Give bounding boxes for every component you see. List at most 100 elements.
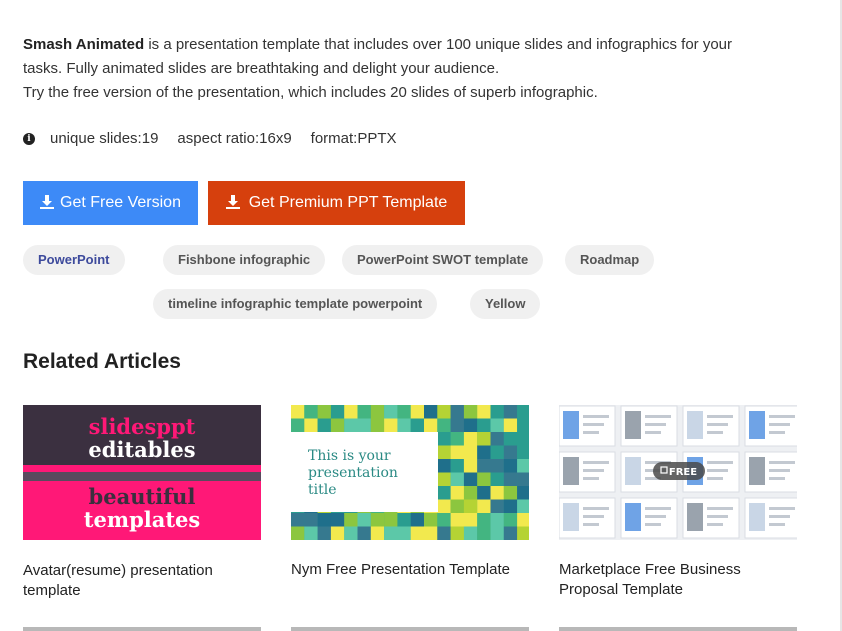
tag-powerpoint[interactable]: PowerPoint xyxy=(23,245,125,275)
mosaic-tile xyxy=(330,418,345,433)
get-free-version-button[interactable]: Get Free Version xyxy=(23,181,198,225)
mosaic-tile xyxy=(477,486,491,500)
slide-text-line xyxy=(707,515,728,518)
slide-image-block xyxy=(563,411,579,439)
mosaic-tile xyxy=(437,486,451,500)
mosaic-tile xyxy=(450,432,464,446)
card-title-line: Proposal Template xyxy=(559,581,683,598)
mosaic-tile xyxy=(477,499,491,514)
mosaic-tile xyxy=(384,405,398,419)
mosaic-tile xyxy=(450,445,464,460)
slide-text-line xyxy=(583,469,604,472)
slide-text-line xyxy=(769,515,790,518)
nym-template-preview: This is your presentation title xyxy=(291,405,529,540)
slide-image-block xyxy=(625,503,641,531)
mosaic-tile xyxy=(517,445,529,460)
slide-text-line xyxy=(645,415,671,418)
mosaic-tile xyxy=(463,499,478,514)
file-format: format:PPTX xyxy=(310,130,397,147)
slide-text-line xyxy=(769,431,785,434)
mosaic-tile xyxy=(384,526,398,540)
mosaic-tile xyxy=(304,526,318,540)
mosaic-tile xyxy=(370,405,385,419)
description-line-1: is a presentation template that includes… xyxy=(144,36,733,53)
related-card-thumbnail-marketplace[interactable]: FREE xyxy=(559,405,797,540)
mosaic-tile xyxy=(291,526,305,540)
related-card-thumbnail-nym[interactable]: This is your presentation title xyxy=(291,405,529,540)
tag-timeline-infographic[interactable]: timeline infographic template powerpoint xyxy=(153,289,438,319)
mosaic-tile xyxy=(291,405,305,419)
next-row-thumbnail-edge xyxy=(559,627,797,631)
thumb-text-this-is-your: This is your xyxy=(308,448,391,464)
slide-text-line xyxy=(583,423,604,426)
slide-text-line xyxy=(769,507,795,510)
mosaic-tile xyxy=(503,472,518,487)
mosaic-tile xyxy=(437,405,451,419)
mosaic-tile xyxy=(477,445,491,460)
mosaic-tile xyxy=(503,513,518,527)
mosaic-tile xyxy=(450,513,464,527)
mosaic-tile xyxy=(344,526,358,540)
tag-powerpoint-swot-template[interactable]: PowerPoint SWOT template xyxy=(342,245,544,275)
mosaic-tile xyxy=(330,405,345,419)
thumb-text-beautiful: beautiful xyxy=(89,484,196,509)
mosaic-tile xyxy=(424,418,438,433)
template-description: Smash Animated is a presentation templat… xyxy=(23,33,803,105)
mosaic-tile xyxy=(490,526,504,540)
get-premium-template-label: Get Premium PPT Template xyxy=(248,194,448,211)
get-premium-template-button[interactable]: Get Premium PPT Template xyxy=(208,181,465,225)
next-row-thumbnail-edge xyxy=(291,627,529,631)
mosaic-tile xyxy=(450,459,464,473)
slide-text-line xyxy=(583,515,604,518)
template-meta: i unique slides:19 aspect ratio:16x9 for… xyxy=(23,128,416,150)
mosaic-tile xyxy=(317,405,331,419)
slide-text-line xyxy=(645,431,661,434)
mosaic-tile xyxy=(503,486,518,500)
related-card-title-marketplace[interactable]: Marketplace Free Business Proposal Templ… xyxy=(559,560,799,600)
mosaic-tile xyxy=(463,526,478,540)
related-card-thumbnail-avatar[interactable]: slidesppt editables beautiful templates xyxy=(23,405,261,540)
slide-text-line xyxy=(645,423,666,426)
slide-text-line xyxy=(645,523,661,526)
slide-text-line xyxy=(583,523,599,526)
tag-roadmap[interactable]: Roadmap xyxy=(565,245,655,275)
mosaic-tile xyxy=(291,418,305,433)
mosaic-tile xyxy=(517,526,529,540)
slide-text-line xyxy=(645,515,666,518)
slide-text-line xyxy=(707,523,723,526)
mosaic-tile xyxy=(463,445,478,460)
slide-image-block xyxy=(687,503,703,531)
slide-text-line xyxy=(769,469,790,472)
mosaic-tile xyxy=(317,418,331,433)
thumb-text-slidesppt: slidesppt xyxy=(89,414,196,439)
mosaic-tile xyxy=(424,405,438,419)
aspect-ratio: aspect ratio:16x9 xyxy=(177,130,292,147)
slide-image-block xyxy=(625,411,641,439)
get-free-version-label: Get Free Version xyxy=(60,194,181,211)
free-badge: FREE xyxy=(669,467,697,478)
tag-yellow[interactable]: Yellow xyxy=(470,289,541,319)
mosaic-tile xyxy=(503,526,518,540)
mosaic-tile xyxy=(437,459,451,473)
thumb-text-templates: templates xyxy=(84,507,200,532)
mosaic-tile xyxy=(410,418,425,433)
related-card-title-nym[interactable]: Nym Free Presentation Template xyxy=(291,560,531,580)
download-icon xyxy=(225,195,240,209)
mosaic-tile xyxy=(344,418,358,433)
slide-text-line xyxy=(707,431,723,434)
mosaic-tile xyxy=(517,472,529,487)
thumb-text-editables: editables xyxy=(88,437,195,462)
mosaic-tile xyxy=(490,445,504,460)
mosaic-tile xyxy=(410,405,425,419)
mosaic-tile xyxy=(463,432,478,446)
slide-text-line xyxy=(707,469,728,472)
tag-fishbone-infographic[interactable]: Fishbone infographic xyxy=(163,245,326,275)
related-card-title-avatar[interactable]: Avatar(resume) presentation template xyxy=(23,561,263,601)
mosaic-tile xyxy=(463,486,478,500)
mosaic-tile xyxy=(304,405,318,419)
slide-image-block xyxy=(563,457,579,485)
thumb-text-title: title xyxy=(308,482,337,498)
mosaic-tile xyxy=(437,472,451,487)
mosaic-tile xyxy=(477,418,491,433)
mosaic-tile xyxy=(477,432,491,446)
